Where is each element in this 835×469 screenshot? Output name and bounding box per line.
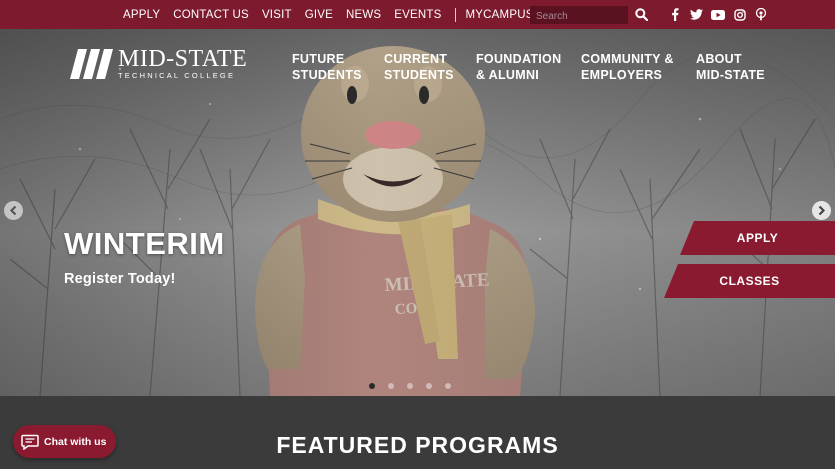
chat-button[interactable]: Chat with us (13, 425, 116, 458)
carousel-dot[interactable] (369, 383, 375, 389)
apply-link[interactable]: APPLY (123, 9, 160, 21)
slide-subtitle[interactable]: Register Today! (64, 271, 176, 287)
classes-button[interactable]: CLASSES (664, 264, 835, 298)
college-logo[interactable]: MID-STATE TECHNICAL COLLEGE (70, 46, 248, 80)
hero-carousel: MID-STATE COL (0, 29, 835, 396)
events-link[interactable]: EVENTS (394, 9, 441, 21)
slide-title: WINTERIM (64, 226, 225, 261)
carousel-next-button[interactable] (812, 201, 831, 220)
nav-label: EMPLOYERS (581, 68, 663, 82)
nav-label: STUDENTS (384, 68, 454, 82)
nav-label: & ALUMNI (476, 68, 540, 82)
instagram-icon[interactable] (733, 8, 747, 22)
chat-bubble-icon (21, 434, 39, 450)
contact-us-link[interactable]: CONTACT US (173, 9, 249, 21)
nav-label: FOUNDATION (476, 52, 562, 66)
divider (454, 7, 456, 22)
twitter-icon[interactable] (690, 8, 704, 22)
give-link[interactable]: GIVE (305, 9, 333, 21)
logo-text: MID-STATE TECHNICAL COLLEGE (118, 46, 248, 80)
logo-subtitle: TECHNICAL COLLEGE (118, 71, 236, 80)
youtube-icon[interactable] (711, 8, 725, 22)
carousel-prev-button[interactable] (4, 201, 23, 220)
chat-label: Chat with us (44, 435, 107, 448)
utility-bar: APPLY CONTACT US VISIT GIVE NEWS EVENTS … (0, 0, 835, 29)
nav-label: CURRENT (384, 52, 448, 66)
chevron-right-icon (818, 205, 826, 216)
chevron-left-icon (9, 205, 17, 216)
facebook-icon[interactable] (668, 8, 682, 22)
nav-foundation-alumni[interactable]: FOUNDATION & ALUMNI (476, 51, 561, 83)
carousel-dot[interactable] (407, 383, 413, 389)
visit-link[interactable]: VISIT (262, 9, 292, 21)
nav-community-employers[interactable]: COMMUNITY & EMPLOYERS (581, 51, 674, 83)
logo-name: MID-STATE (118, 46, 248, 72)
carousel-dots (369, 383, 464, 389)
logo-mark-icon (70, 49, 113, 79)
carousel-dot[interactable] (426, 383, 432, 389)
nav-current-students[interactable]: CURRENT STUDENTS (384, 51, 454, 83)
news-link[interactable]: NEWS (346, 9, 381, 21)
utility-links: APPLY CONTACT US VISIT GIVE NEWS EVENTS … (123, 0, 587, 29)
nav-label: STUDENTS (292, 68, 362, 82)
search-icon[interactable] (635, 8, 649, 22)
podcast-icon[interactable] (754, 8, 768, 22)
social-links (668, 0, 776, 29)
search-field (530, 6, 628, 26)
carousel-dot[interactable] (445, 383, 451, 389)
nav-label: COMMUNITY & (581, 52, 674, 66)
carousel-dot[interactable] (388, 383, 394, 389)
apply-button[interactable]: APPLY (680, 221, 835, 255)
hero-overlay (0, 29, 835, 396)
nav-future-students[interactable]: FUTURE STUDENTS (292, 51, 362, 83)
search-input[interactable] (530, 7, 628, 26)
featured-heading: FEATURED PROGRAMS (276, 432, 559, 458)
nav-label: MID-STATE (696, 68, 765, 82)
nav-label: FUTURE (292, 52, 345, 66)
nav-label: ABOUT (696, 52, 742, 66)
nav-about-mid-state[interactable]: ABOUT MID-STATE (696, 51, 765, 83)
